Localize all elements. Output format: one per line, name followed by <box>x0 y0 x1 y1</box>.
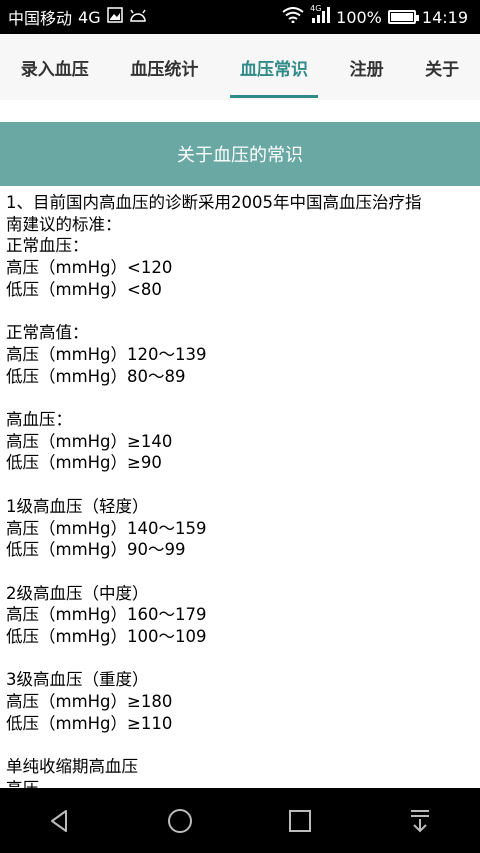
carrier-label: 中国移动 <box>8 9 73 28</box>
home-icon[interactable] <box>160 801 200 841</box>
text-line: 高血压： <box>6 410 72 429</box>
signal-network-label: 4G <box>310 4 322 13</box>
tab-record-bp[interactable]: 录入血压 <box>17 34 93 100</box>
text-line: 高压（mmHg）140～159 <box>6 518 207 538</box>
text-line: 1级高血压（轻度） <box>6 496 149 516</box>
text-line: 3级高血压（重度） <box>6 670 149 690</box>
text-line: 高压（mmHg）160～179 <box>6 605 207 625</box>
tab-label: 血压统计 <box>130 59 199 80</box>
signal-icon: 4G <box>310 4 331 27</box>
text-line: 高压（mmHg）<120 <box>6 258 173 278</box>
text-line: 高压（mmHg）≥140 <box>6 431 173 451</box>
text-line: 高压（mmHg）≥180 <box>6 692 173 712</box>
back-icon[interactable] <box>40 801 80 841</box>
text-line: 正常血压： <box>6 236 89 256</box>
tab-label: 血压常识 <box>239 59 308 80</box>
tab-bar: 录入血压 血压统计 血压常识 注册 关于 <box>0 34 480 100</box>
text-line: 单纯收缩期高血压 <box>6 757 138 777</box>
status-bar-right: 4G 100% 14:19 <box>282 4 468 27</box>
status-bar: 中国移动 4G 4G 100% 14:19 <box>0 0 480 34</box>
text-line: 低压（mmHg）100～109 <box>6 627 207 646</box>
tab-bp-knowledge[interactable]: 血压常识 <box>229 34 318 100</box>
text-line: 2级高血压（中度） <box>6 583 149 603</box>
page-title: 关于血压的常识 <box>177 145 303 166</box>
battery-percent: 100% <box>336 7 382 27</box>
recents-icon[interactable] <box>280 801 320 841</box>
section-header: 关于血压的常识 <box>0 122 480 186</box>
wifi-icon <box>282 7 304 27</box>
tab-label: 录入血压 <box>20 59 89 80</box>
text-line: 低压（mmHg）≥110 <box>6 713 173 733</box>
tab-label: 关于 <box>425 59 460 80</box>
tab-bp-statistics[interactable]: 血压统计 <box>126 34 202 100</box>
tab-register[interactable]: 注册 <box>346 34 388 100</box>
text-line: 低压（mmHg）≥90 <box>6 453 162 473</box>
navigation-bar <box>0 788 480 853</box>
text-line: 高压 <box>6 778 474 788</box>
text-line: 低压（mmHg）90～99 <box>6 540 186 560</box>
tab-about[interactable]: 关于 <box>421 34 463 100</box>
text-line: 正常高值： <box>6 323 89 343</box>
knowledge-text[interactable]: 1、目前国内高血压的诊断采用2005年中国高血压治疗指 南建议的标准： 正常血压：高… <box>0 186 480 788</box>
text-line: 南建议的标准： <box>6 214 122 234</box>
active-tab-indicator <box>229 95 318 98</box>
text-line: 低压（mmHg）<80 <box>6 279 162 299</box>
text-line: 低压（mmHg）80～89 <box>6 366 186 386</box>
battery-icon <box>387 10 419 24</box>
notification-pull-icon[interactable] <box>400 801 440 841</box>
status-bar-left: 中国移动 4G <box>8 5 147 29</box>
image-icon <box>106 7 123 27</box>
text-line: 高压（mmHg）120～139 <box>6 344 207 364</box>
android-icon <box>129 8 147 27</box>
network-type: 4G <box>78 7 101 27</box>
text-line: 1、目前国内高血压的诊断采用2005年中国高血压治疗指 <box>6 193 422 212</box>
tab-label: 注册 <box>349 59 384 80</box>
clock: 14:19 <box>421 7 468 27</box>
